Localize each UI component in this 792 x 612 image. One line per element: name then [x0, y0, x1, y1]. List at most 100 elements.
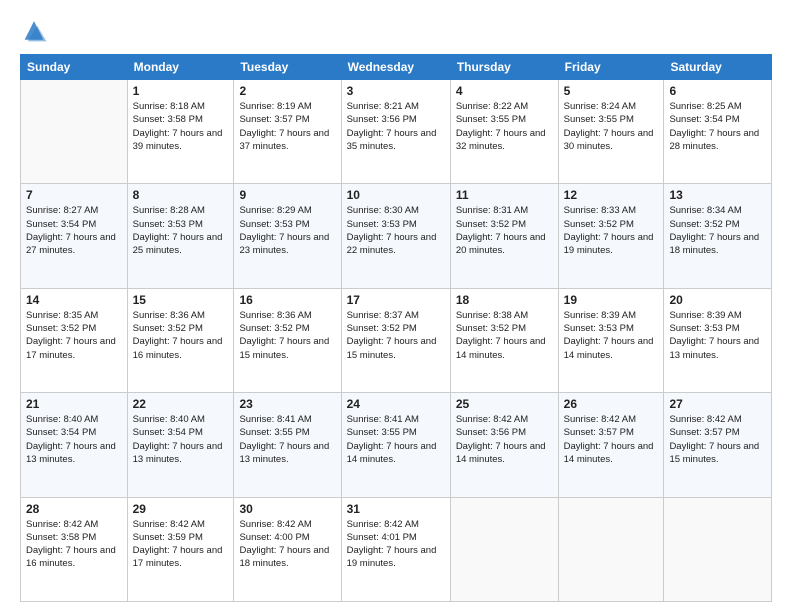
logo	[20, 18, 50, 46]
week-row-2: 7 Sunrise: 8:27 AMSunset: 3:54 PMDaylight…	[21, 184, 772, 288]
day-info: Sunrise: 8:38 AMSunset: 3:52 PMDaylight:…	[456, 309, 553, 362]
day-number: 13	[669, 188, 766, 202]
day-info: Sunrise: 8:19 AMSunset: 3:57 PMDaylight:…	[239, 100, 335, 153]
week-row-1: 1Sunrise: 8:18 AMSunset: 3:58 PMDaylight…	[21, 80, 772, 184]
day-cell: 31 Sunrise: 8:42 AMSunset: 4:01 PMDayligh…	[341, 497, 450, 601]
day-info: Sunrise: 8:37 AMSunset: 3:52 PMDaylight:…	[347, 309, 445, 362]
day-cell: 20 Sunrise: 8:39 AMSunset: 3:53 PMDayligh…	[664, 288, 772, 392]
column-header-monday: Monday	[127, 55, 234, 80]
day-info: Sunrise: 8:27 AMSunset: 3:54 PMDaylight:…	[26, 204, 122, 257]
day-number: 7	[26, 188, 122, 202]
day-info: Sunrise: 8:21 AMSunset: 3:56 PMDaylight:…	[347, 100, 445, 153]
day-number: 20	[669, 293, 766, 307]
day-cell: 24Sunrise: 8:41 AMSunset: 3:55 PMDayligh…	[341, 393, 450, 497]
column-header-tuesday: Tuesday	[234, 55, 341, 80]
day-info: Sunrise: 8:42 AMSunset: 3:57 PMDaylight:…	[669, 413, 766, 466]
day-number: 22	[133, 397, 229, 411]
day-cell: 4 Sunrise: 8:22 AMSunset: 3:55 PMDaylight…	[450, 80, 558, 184]
week-row-5: 28Sunrise: 8:42 AMSunset: 3:58 PMDayligh…	[21, 497, 772, 601]
day-cell	[664, 497, 772, 601]
day-cell: 26 Sunrise: 8:42 AMSunset: 3:57 PMDayligh…	[558, 393, 664, 497]
day-info: Sunrise: 8:41 AMSunset: 3:55 PMDaylight:…	[347, 413, 445, 466]
day-number: 31	[347, 502, 445, 516]
day-cell	[21, 80, 128, 184]
day-number: 25	[456, 397, 553, 411]
column-header-friday: Friday	[558, 55, 664, 80]
day-info: Sunrise: 8:36 AMSunset: 3:52 PMDaylight:…	[133, 309, 229, 362]
day-number: 9	[239, 188, 335, 202]
day-number: 26	[564, 397, 659, 411]
day-cell: 11Sunrise: 8:31 AMSunset: 3:52 PMDayligh…	[450, 184, 558, 288]
week-row-4: 21Sunrise: 8:40 AMSunset: 3:54 PMDayligh…	[21, 393, 772, 497]
day-cell: 5Sunrise: 8:24 AMSunset: 3:55 PMDaylight…	[558, 80, 664, 184]
calendar-header: SundayMondayTuesdayWednesdayThursdayFrid…	[21, 55, 772, 80]
day-number: 15	[133, 293, 229, 307]
day-number: 6	[669, 84, 766, 98]
day-cell: 7 Sunrise: 8:27 AMSunset: 3:54 PMDaylight…	[21, 184, 128, 288]
day-info: Sunrise: 8:18 AMSunset: 3:58 PMDaylight:…	[133, 100, 229, 153]
day-cell: 28Sunrise: 8:42 AMSunset: 3:58 PMDayligh…	[21, 497, 128, 601]
logo-icon	[20, 18, 48, 46]
day-cell: 25 Sunrise: 8:42 AMSunset: 3:56 PMDayligh…	[450, 393, 558, 497]
day-info: Sunrise: 8:42 AMSunset: 3:57 PMDaylight:…	[564, 413, 659, 466]
day-cell: 2 Sunrise: 8:19 AMSunset: 3:57 PMDaylight…	[234, 80, 341, 184]
day-info: Sunrise: 8:31 AMSunset: 3:52 PMDaylight:…	[456, 204, 553, 257]
day-number: 14	[26, 293, 122, 307]
day-cell	[558, 497, 664, 601]
day-number: 3	[347, 84, 445, 98]
day-info: Sunrise: 8:39 AMSunset: 3:53 PMDaylight:…	[564, 309, 659, 362]
day-info: Sunrise: 8:22 AMSunset: 3:55 PMDaylight:…	[456, 100, 553, 153]
day-info: Sunrise: 8:42 AMSunset: 3:56 PMDaylight:…	[456, 413, 553, 466]
header	[20, 18, 772, 46]
day-cell: 19 Sunrise: 8:39 AMSunset: 3:53 PMDayligh…	[558, 288, 664, 392]
day-info: Sunrise: 8:41 AMSunset: 3:55 PMDaylight:…	[239, 413, 335, 466]
day-number: 8	[133, 188, 229, 202]
page: SundayMondayTuesdayWednesdayThursdayFrid…	[0, 0, 792, 612]
week-row-3: 14 Sunrise: 8:35 AMSunset: 3:52 PMDayligh…	[21, 288, 772, 392]
day-number: 29	[133, 502, 229, 516]
day-cell: 3 Sunrise: 8:21 AMSunset: 3:56 PMDaylight…	[341, 80, 450, 184]
day-info: Sunrise: 8:36 AMSunset: 3:52 PMDaylight:…	[239, 309, 335, 362]
day-info: Sunrise: 8:25 AMSunset: 3:54 PMDaylight:…	[669, 100, 766, 153]
day-info: Sunrise: 8:39 AMSunset: 3:53 PMDaylight:…	[669, 309, 766, 362]
day-info: Sunrise: 8:35 AMSunset: 3:52 PMDaylight:…	[26, 309, 122, 362]
column-header-sunday: Sunday	[21, 55, 128, 80]
day-number: 17	[347, 293, 445, 307]
day-cell: 15 Sunrise: 8:36 AMSunset: 3:52 PMDayligh…	[127, 288, 234, 392]
day-number: 30	[239, 502, 335, 516]
day-number: 21	[26, 397, 122, 411]
column-header-saturday: Saturday	[664, 55, 772, 80]
column-header-wednesday: Wednesday	[341, 55, 450, 80]
day-cell	[450, 497, 558, 601]
calendar-body: 1Sunrise: 8:18 AMSunset: 3:58 PMDaylight…	[21, 80, 772, 602]
day-number: 4	[456, 84, 553, 98]
day-cell: 30 Sunrise: 8:42 AMSunset: 4:00 PMDayligh…	[234, 497, 341, 601]
day-info: Sunrise: 8:42 AMSunset: 4:01 PMDaylight:…	[347, 518, 445, 571]
day-number: 2	[239, 84, 335, 98]
day-info: Sunrise: 8:42 AMSunset: 4:00 PMDaylight:…	[239, 518, 335, 571]
day-cell: 21Sunrise: 8:40 AMSunset: 3:54 PMDayligh…	[21, 393, 128, 497]
header-row: SundayMondayTuesdayWednesdayThursdayFrid…	[21, 55, 772, 80]
day-info: Sunrise: 8:33 AMSunset: 3:52 PMDaylight:…	[564, 204, 659, 257]
day-info: Sunrise: 8:28 AMSunset: 3:53 PMDaylight:…	[133, 204, 229, 257]
day-number: 12	[564, 188, 659, 202]
day-info: Sunrise: 8:24 AMSunset: 3:55 PMDaylight:…	[564, 100, 659, 153]
day-cell: 17 Sunrise: 8:37 AMSunset: 3:52 PMDayligh…	[341, 288, 450, 392]
day-cell: 23 Sunrise: 8:41 AMSunset: 3:55 PMDayligh…	[234, 393, 341, 497]
column-header-thursday: Thursday	[450, 55, 558, 80]
day-cell: 1Sunrise: 8:18 AMSunset: 3:58 PMDaylight…	[127, 80, 234, 184]
day-cell: 8 Sunrise: 8:28 AMSunset: 3:53 PMDaylight…	[127, 184, 234, 288]
day-info: Sunrise: 8:29 AMSunset: 3:53 PMDaylight:…	[239, 204, 335, 257]
day-info: Sunrise: 8:42 AMSunset: 3:58 PMDaylight:…	[26, 518, 122, 571]
day-number: 19	[564, 293, 659, 307]
day-number: 16	[239, 293, 335, 307]
day-cell: 29Sunrise: 8:42 AMSunset: 3:59 PMDayligh…	[127, 497, 234, 601]
day-cell: 9 Sunrise: 8:29 AMSunset: 3:53 PMDaylight…	[234, 184, 341, 288]
day-cell: 27 Sunrise: 8:42 AMSunset: 3:57 PMDayligh…	[664, 393, 772, 497]
day-number: 10	[347, 188, 445, 202]
day-number: 23	[239, 397, 335, 411]
day-cell: 22Sunrise: 8:40 AMSunset: 3:54 PMDayligh…	[127, 393, 234, 497]
calendar-table: SundayMondayTuesdayWednesdayThursdayFrid…	[20, 54, 772, 602]
day-number: 27	[669, 397, 766, 411]
day-cell: 12 Sunrise: 8:33 AMSunset: 3:52 PMDayligh…	[558, 184, 664, 288]
